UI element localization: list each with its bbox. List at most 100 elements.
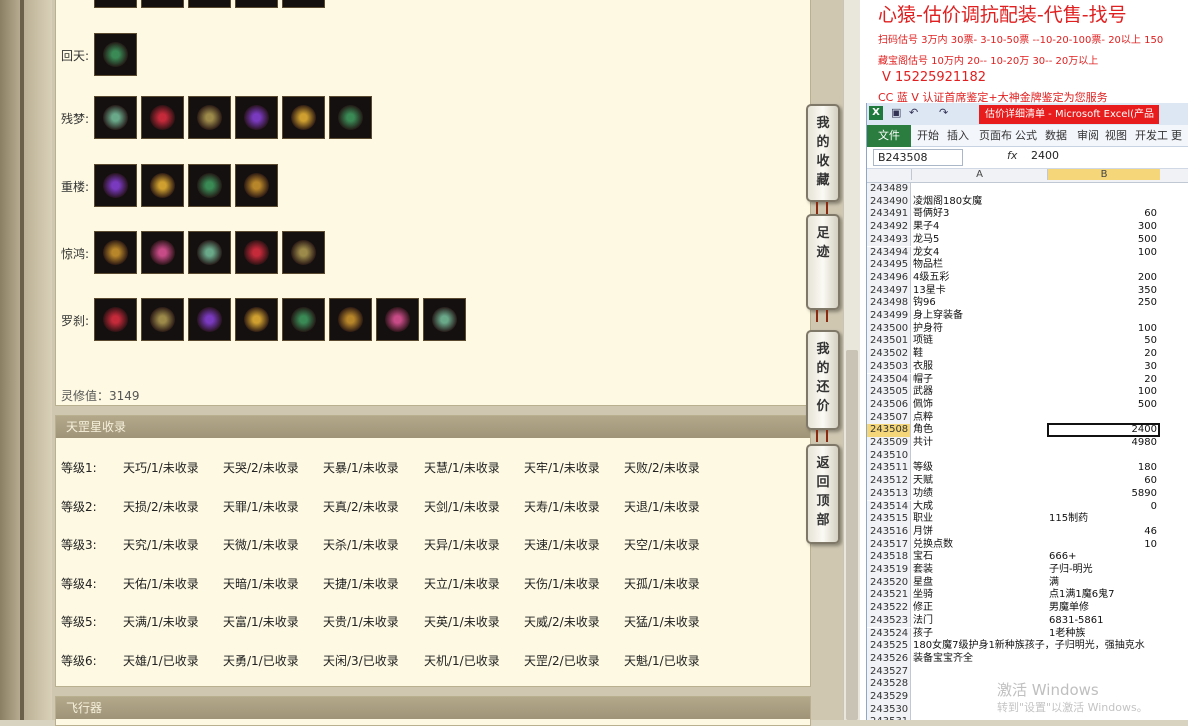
row-number[interactable]: 243510 <box>867 449 911 463</box>
cell-a[interactable]: 凌烟阁180女魔 <box>913 196 1173 209</box>
sheet-row[interactable]: 243517 兑换点数 10 <box>867 538 1188 552</box>
my-favorites-button[interactable]: 我的收藏 <box>806 104 840 202</box>
formula-input[interactable]: 2400 <box>1031 149 1059 162</box>
row-number[interactable]: 243501 <box>867 335 911 349</box>
row-number[interactable]: 243516 <box>867 525 911 539</box>
ribbon-tab[interactable]: 公式 <box>1015 125 1037 147</box>
row-number[interactable]: 243513 <box>867 487 911 501</box>
cell-b[interactable]: 6831-5861 <box>1049 615 1159 628</box>
row-number[interactable]: 243499 <box>867 310 911 323</box>
cell-b[interactable]: 男魔单修 <box>1049 602 1159 615</box>
cell-b[interactable]: 点1满1魔6鬼7 <box>1049 589 1159 602</box>
row-number[interactable]: 243503 <box>867 360 911 374</box>
sheet-row[interactable]: 243527 <box>867 665 1188 679</box>
cell-b[interactable]: 300 <box>1047 221 1157 234</box>
row-number[interactable]: 243523 <box>867 614 911 628</box>
sheet-row[interactable]: 243493 龙马5 500 <box>867 233 1188 247</box>
red-mask-icon[interactable] <box>235 298 278 341</box>
row-number[interactable]: 243531 <box>867 716 911 720</box>
cell-b[interactable]: 60 <box>1047 208 1157 221</box>
redo-icon[interactable]: ↷ <box>939 107 951 119</box>
cell-b[interactable]: 100 <box>1047 247 1157 260</box>
sheet-row[interactable]: 243501 项链 50 <box>867 335 1188 349</box>
ribbon-tab[interactable]: 页面布 <box>979 125 1012 147</box>
sheet-row[interactable]: 243516 月饼 46 <box>867 525 1188 539</box>
cell-b[interactable]: 5890 <box>1047 488 1157 501</box>
row-number[interactable]: 243527 <box>867 665 911 679</box>
sheet-row[interactable]: 243496 4级五彩 200 <box>867 271 1188 285</box>
row-number[interactable]: 243517 <box>867 538 911 552</box>
sheet-row[interactable]: 243518 宝石 666+ <box>867 551 1188 564</box>
cell-b[interactable]: 满 <box>1049 577 1159 590</box>
item-icon[interactable] <box>141 0 184 8</box>
sheet-row[interactable]: 243521 坐骑 点1满1魔6鬼7 <box>867 589 1188 603</box>
row-number[interactable]: 243511 <box>867 462 911 476</box>
jellyfish-ornament-icon[interactable] <box>235 231 278 274</box>
sheet-row[interactable]: 243523 法门 6831-5861 <box>867 614 1188 628</box>
row-number[interactable]: 243508 <box>867 424 911 437</box>
cell-b[interactable]: 60 <box>1047 475 1157 488</box>
ribbon-tab[interactable]: 开发工 <box>1135 125 1168 147</box>
sheet-row[interactable]: 243489 <box>867 183 1188 196</box>
ruby-ring-icon[interactable] <box>282 298 325 341</box>
sheet-row[interactable]: 243520 星盘满 <box>867 576 1188 590</box>
row-number[interactable]: 243520 <box>867 576 911 590</box>
cell-b[interactable]: 115制药 <box>1049 513 1159 526</box>
ribbon-tab[interactable]: 插入 <box>947 125 969 147</box>
row-number[interactable]: 243492 <box>867 221 911 234</box>
moon-helmet-icon[interactable] <box>94 164 137 207</box>
footprint-button[interactable]: 足迹 <box>806 214 840 310</box>
fx-icon[interactable]: fx <box>1007 149 1017 162</box>
cell-b[interactable]: 0 <box>1047 501 1157 514</box>
ribbon-tab[interactable]: 文件 <box>867 125 911 147</box>
cell-b[interactable]: 50 <box>1047 335 1157 348</box>
row-number[interactable]: 243489 <box>867 183 911 196</box>
save-icon[interactable]: ▣ <box>891 107 903 119</box>
robe-icon[interactable] <box>141 96 184 139</box>
row-number[interactable]: 243515 <box>867 513 911 526</box>
cell-a[interactable]: 物品栏 <box>913 259 1173 272</box>
sheet-row[interactable]: 243492 果子4 300 <box>867 221 1188 234</box>
sheet-row[interactable]: 243505 武器 100 <box>867 386 1188 399</box>
sheet-row[interactable]: 243498 钩96 250 <box>867 297 1188 310</box>
cell-b[interactable]: 1老种族 <box>1049 628 1159 641</box>
sheet-row[interactable]: 243514 大成 0 <box>867 500 1188 514</box>
row-number[interactable]: 243507 <box>867 411 911 425</box>
item-icon[interactable] <box>188 0 231 8</box>
sheet-row[interactable]: 243515 职业 115制药 <box>867 513 1188 526</box>
item-icon[interactable] <box>235 0 278 8</box>
sheet-row[interactable]: 243497 13星卡 350 <box>867 284 1188 298</box>
sheet-row[interactable]: 243494 龙女4 100 <box>867 246 1188 260</box>
back-to-top-button[interactable]: 返回顶部 <box>806 444 840 544</box>
sheet-row[interactable]: 243503 衣服 30 <box>867 360 1188 374</box>
necklace-icon[interactable] <box>329 96 372 139</box>
cell-b[interactable]: 180 <box>1047 462 1157 475</box>
row-number[interactable]: 243490 <box>867 195 911 209</box>
item-icon[interactable] <box>94 0 137 8</box>
ribbon-tab[interactable]: 开始 <box>917 125 939 147</box>
dark-armor-icon[interactable] <box>423 298 466 341</box>
flower-hairpin-icon[interactable] <box>282 96 325 139</box>
my-bargain-button[interactable]: 我的还价 <box>806 330 840 430</box>
row-number[interactable]: 243524 <box>867 627 911 641</box>
row-number[interactable]: 243497 <box>867 284 911 298</box>
sheet-row[interactable]: 243506 佩饰 500 <box>867 398 1188 412</box>
sheet-row[interactable]: 243513 功绩 5890 <box>867 487 1188 501</box>
row-number[interactable]: 243525 <box>867 640 911 653</box>
sheet-row[interactable]: 243525 180女魔7级护身1新种族孩子，子归明光，强抽克水 <box>867 640 1188 653</box>
sheet-row[interactable]: 243522 修正 男魔单修 <box>867 602 1188 615</box>
red-cape-icon[interactable] <box>329 298 372 341</box>
gold-bracelet-icon[interactable] <box>235 164 278 207</box>
item-icon[interactable] <box>282 0 325 8</box>
sheet-row[interactable]: 243511 等级 180 <box>867 462 1188 476</box>
golden-armor-icon[interactable] <box>141 164 184 207</box>
sheet-row[interactable]: 243531 <box>867 716 1188 720</box>
cell-b[interactable]: 250 <box>1047 297 1157 310</box>
sheet-row[interactable]: 243504 帽子 20 <box>867 373 1188 387</box>
sheet-row[interactable]: 243510 <box>867 449 1188 463</box>
row-number[interactable]: 243500 <box>867 322 911 336</box>
cell-a[interactable]: 180女魔7级护身1新种族孩子，子归明光，强抽克水 <box>913 640 1173 653</box>
cell-b[interactable]: 666+ <box>1049 551 1159 564</box>
cell-b[interactable]: 4980 <box>1047 437 1157 450</box>
sheet-row[interactable]: 243519 套装 子归-明光 <box>867 564 1188 577</box>
